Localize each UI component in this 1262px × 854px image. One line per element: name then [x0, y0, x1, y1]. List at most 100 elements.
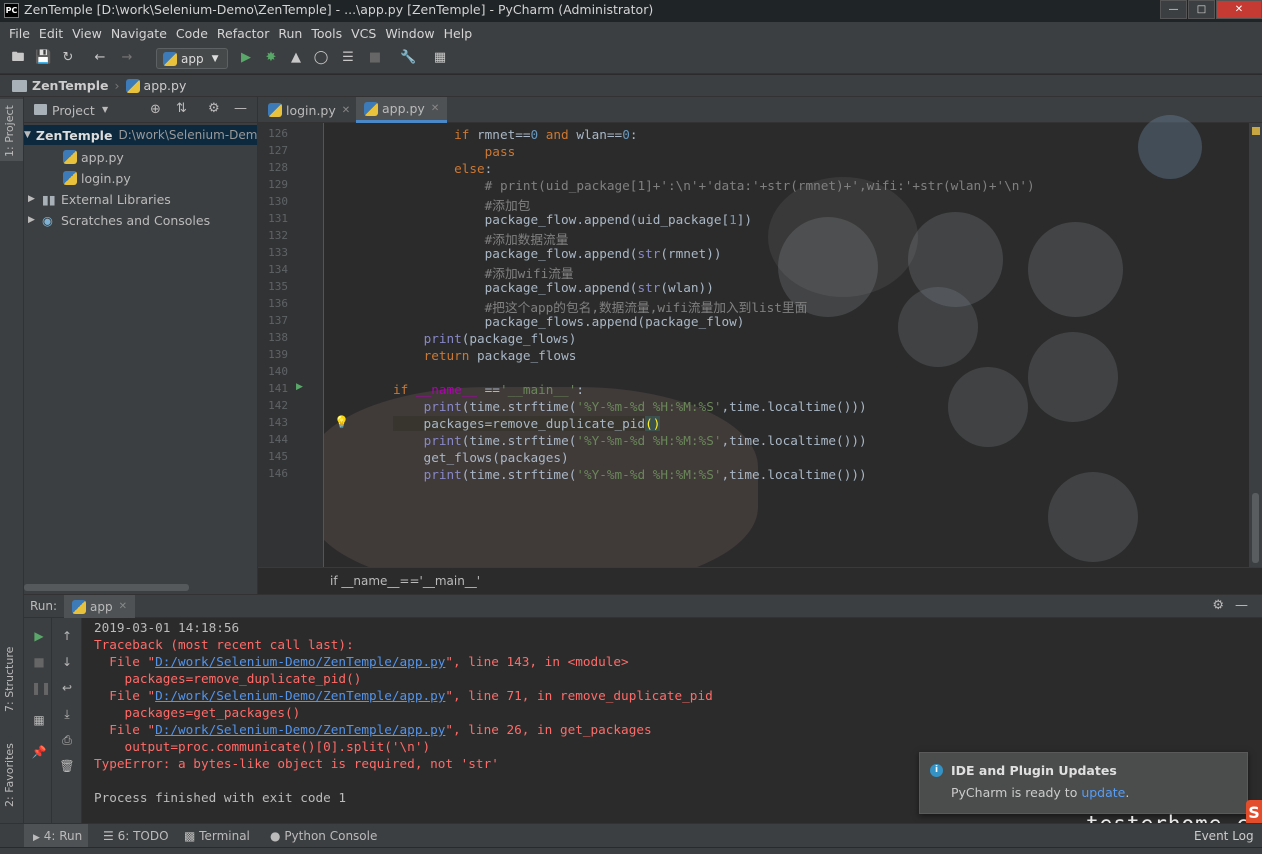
forward-icon[interactable]: →	[119, 50, 135, 66]
save-icon[interactable]: 💾	[35, 50, 51, 66]
tree-external-libraries[interactable]: ▶ ▮▮ External Libraries	[28, 189, 171, 209]
tool-tab-todo[interactable]: ☰ 6: TODO	[103, 829, 169, 843]
tab-app-py[interactable]: app.py ✕	[356, 97, 448, 123]
tree-scratches[interactable]: ▶ ◉ Scratches and Consoles	[28, 210, 210, 230]
project-structure-icon[interactable]: ▦	[432, 50, 448, 66]
settings-wrench-icon[interactable]: 🔧	[400, 50, 416, 66]
console-line: File "D:/work/Selenium-Demo/ZenTemple/ap…	[94, 722, 652, 737]
tool-tab-python-console[interactable]: ● Python Console	[270, 829, 377, 843]
file-link[interactable]: D:/work/Selenium-Demo/ZenTemple/app.py	[155, 722, 445, 737]
menu-code[interactable]: Code	[176, 26, 208, 41]
back-icon[interactable]: ←	[92, 50, 108, 66]
notification-text: PyCharm is ready to update.	[951, 785, 1130, 800]
scroll-thumb[interactable]	[1252, 493, 1259, 563]
code-line: print(package_flows)	[423, 331, 577, 346]
close-tab-icon[interactable]: ✕	[119, 601, 127, 612]
code-editor[interactable]: if rmnet==0 and wlan==0: pass else: # pr…	[324, 123, 1249, 567]
expand-arrow-icon[interactable]: ▶	[28, 194, 42, 204]
tool-tab-run[interactable]: ▶ 4: Run	[33, 829, 82, 843]
event-log-tab[interactable]: Event Log	[1194, 829, 1254, 843]
run-icon[interactable]: ▶	[238, 50, 254, 66]
hide-icon[interactable]: —	[1235, 598, 1248, 613]
python-file-icon	[268, 103, 282, 117]
pin-icon[interactable]: 📌	[31, 744, 47, 760]
code-line: if rmnet==0 and wlan==0:	[454, 127, 638, 142]
code-line: return package_flows	[423, 348, 577, 363]
window-title: ZenTemple [D:\work\Selenium-Demo\ZenTemp…	[24, 2, 654, 17]
file-link[interactable]: D:/work/Selenium-Demo/ZenTemple/app.py	[155, 688, 445, 703]
tree-file-app[interactable]: app.py	[63, 147, 124, 167]
sync-icon[interactable]: ↻	[60, 50, 76, 66]
project-tool-tab[interactable]: 1: Project	[3, 105, 16, 157]
scroll-to-end-icon[interactable]: ⤓	[59, 706, 75, 722]
menu-window[interactable]: Window	[385, 26, 434, 41]
layout-icon[interactable]: ▦	[31, 712, 47, 728]
close-tab-icon[interactable]: ✕	[342, 105, 350, 116]
close-window-button[interactable]: ✕	[1216, 0, 1262, 19]
concurrency-icon[interactable]: ☰	[340, 50, 356, 66]
minimize-button[interactable]: —	[1160, 0, 1187, 19]
inspection-status-icon[interactable]	[1252, 127, 1260, 135]
tree-root-zentemple[interactable]: ▼ ZenTemple D:\work\Selenium-Demo\ZenTem…	[24, 125, 335, 145]
terminal-icon: ▩	[184, 829, 196, 843]
menu-tools[interactable]: Tools	[311, 26, 342, 41]
nav-file[interactable]: app.py	[144, 78, 187, 93]
gear-icon[interactable]: ⚙	[1212, 598, 1224, 613]
file-link[interactable]: D:/work/Selenium-Demo/ZenTemple/app.py	[155, 654, 445, 669]
stop-icon[interactable]: ■	[367, 50, 383, 66]
library-icon: ▮▮	[42, 191, 56, 207]
coverage-icon[interactable]: ▲	[288, 50, 304, 66]
structure-tool-tab[interactable]: 7: Structure	[3, 647, 16, 712]
locate-icon[interactable]: ⊕	[150, 102, 161, 117]
project-view-select[interactable]: Project	[52, 103, 95, 118]
menu-view[interactable]: View	[72, 26, 102, 41]
run-config-select[interactable]: app ▼	[156, 48, 228, 69]
editor-breadcrumb[interactable]: if __name__=='__main__'	[258, 567, 1262, 594]
debug-icon[interactable]: ✸	[263, 50, 279, 66]
rerun-icon[interactable]: ▶	[31, 628, 47, 644]
code-line: pass	[484, 144, 516, 159]
close-tab-icon[interactable]: ✕	[431, 103, 439, 114]
project-hscrollbar[interactable]	[24, 584, 189, 591]
python-console-icon: ●	[270, 829, 281, 843]
print-icon[interactable]: ⎙	[59, 732, 75, 748]
menu-vcs[interactable]: VCS	[351, 26, 376, 41]
menu-file[interactable]: File	[9, 26, 30, 41]
notification-title: IDE and Plugin Updates	[951, 763, 1117, 778]
profile-icon[interactable]: ◯	[313, 50, 329, 66]
pause-icon[interactable]: ❚❚	[31, 680, 51, 696]
up-arrow-icon[interactable]: ↑	[59, 628, 75, 644]
expand-arrow-icon[interactable]: ▼	[24, 130, 31, 140]
console-line: TypeError: a bytes-like object is requir…	[94, 756, 499, 771]
editor-vscrollbar[interactable]	[1249, 123, 1262, 567]
expand-arrow-icon[interactable]: ▶	[28, 215, 42, 225]
nav-project[interactable]: ZenTemple	[32, 78, 109, 93]
soft-wrap-icon[interactable]: ↩	[59, 680, 75, 696]
favorites-tool-tab[interactable]: 2: Favorites	[3, 743, 16, 807]
gear-icon[interactable]: ⚙	[208, 101, 220, 116]
run-gutter-icon[interactable]: ▶	[296, 382, 303, 392]
hide-icon[interactable]: —	[234, 101, 247, 116]
chevron-down-icon[interactable]: ▼	[102, 105, 108, 114]
maximize-button[interactable]: □	[1188, 0, 1215, 19]
open-folder-icon[interactable]: 🖿	[10, 50, 26, 66]
collapse-icon[interactable]: ⇅	[176, 101, 187, 116]
code-line: package_flow.append(str(rmnet))	[393, 246, 722, 261]
update-link[interactable]: update	[1081, 785, 1125, 800]
line-number-gutter: 126 127 128 129 130 131 132 133 134 135 …	[258, 123, 349, 567]
tab-login-py[interactable]: login.py ✕	[260, 97, 358, 123]
code-line: print(time.strftime('%Y-%m-%d %H:%M:%S',…	[423, 399, 867, 414]
menu-navigate[interactable]: Navigate	[111, 26, 167, 41]
notification-balloon[interactable]: i IDE and Plugin Updates PyCharm is read…	[919, 752, 1248, 814]
menu-help[interactable]: Help	[444, 26, 473, 41]
trash-icon[interactable]: 🗑	[59, 758, 75, 774]
run-tab-app[interactable]: app ✕	[64, 595, 135, 618]
tree-file-login[interactable]: login.py	[63, 168, 131, 188]
menu-run[interactable]: Run	[278, 26, 302, 41]
python-file-icon	[63, 150, 77, 164]
stop-icon[interactable]: ■	[31, 654, 47, 670]
tool-tab-terminal[interactable]: ▩ Terminal	[184, 829, 250, 843]
down-arrow-icon[interactable]: ↓	[59, 654, 75, 670]
menu-edit[interactable]: Edit	[39, 26, 63, 41]
menu-refactor[interactable]: Refactor	[217, 26, 269, 41]
